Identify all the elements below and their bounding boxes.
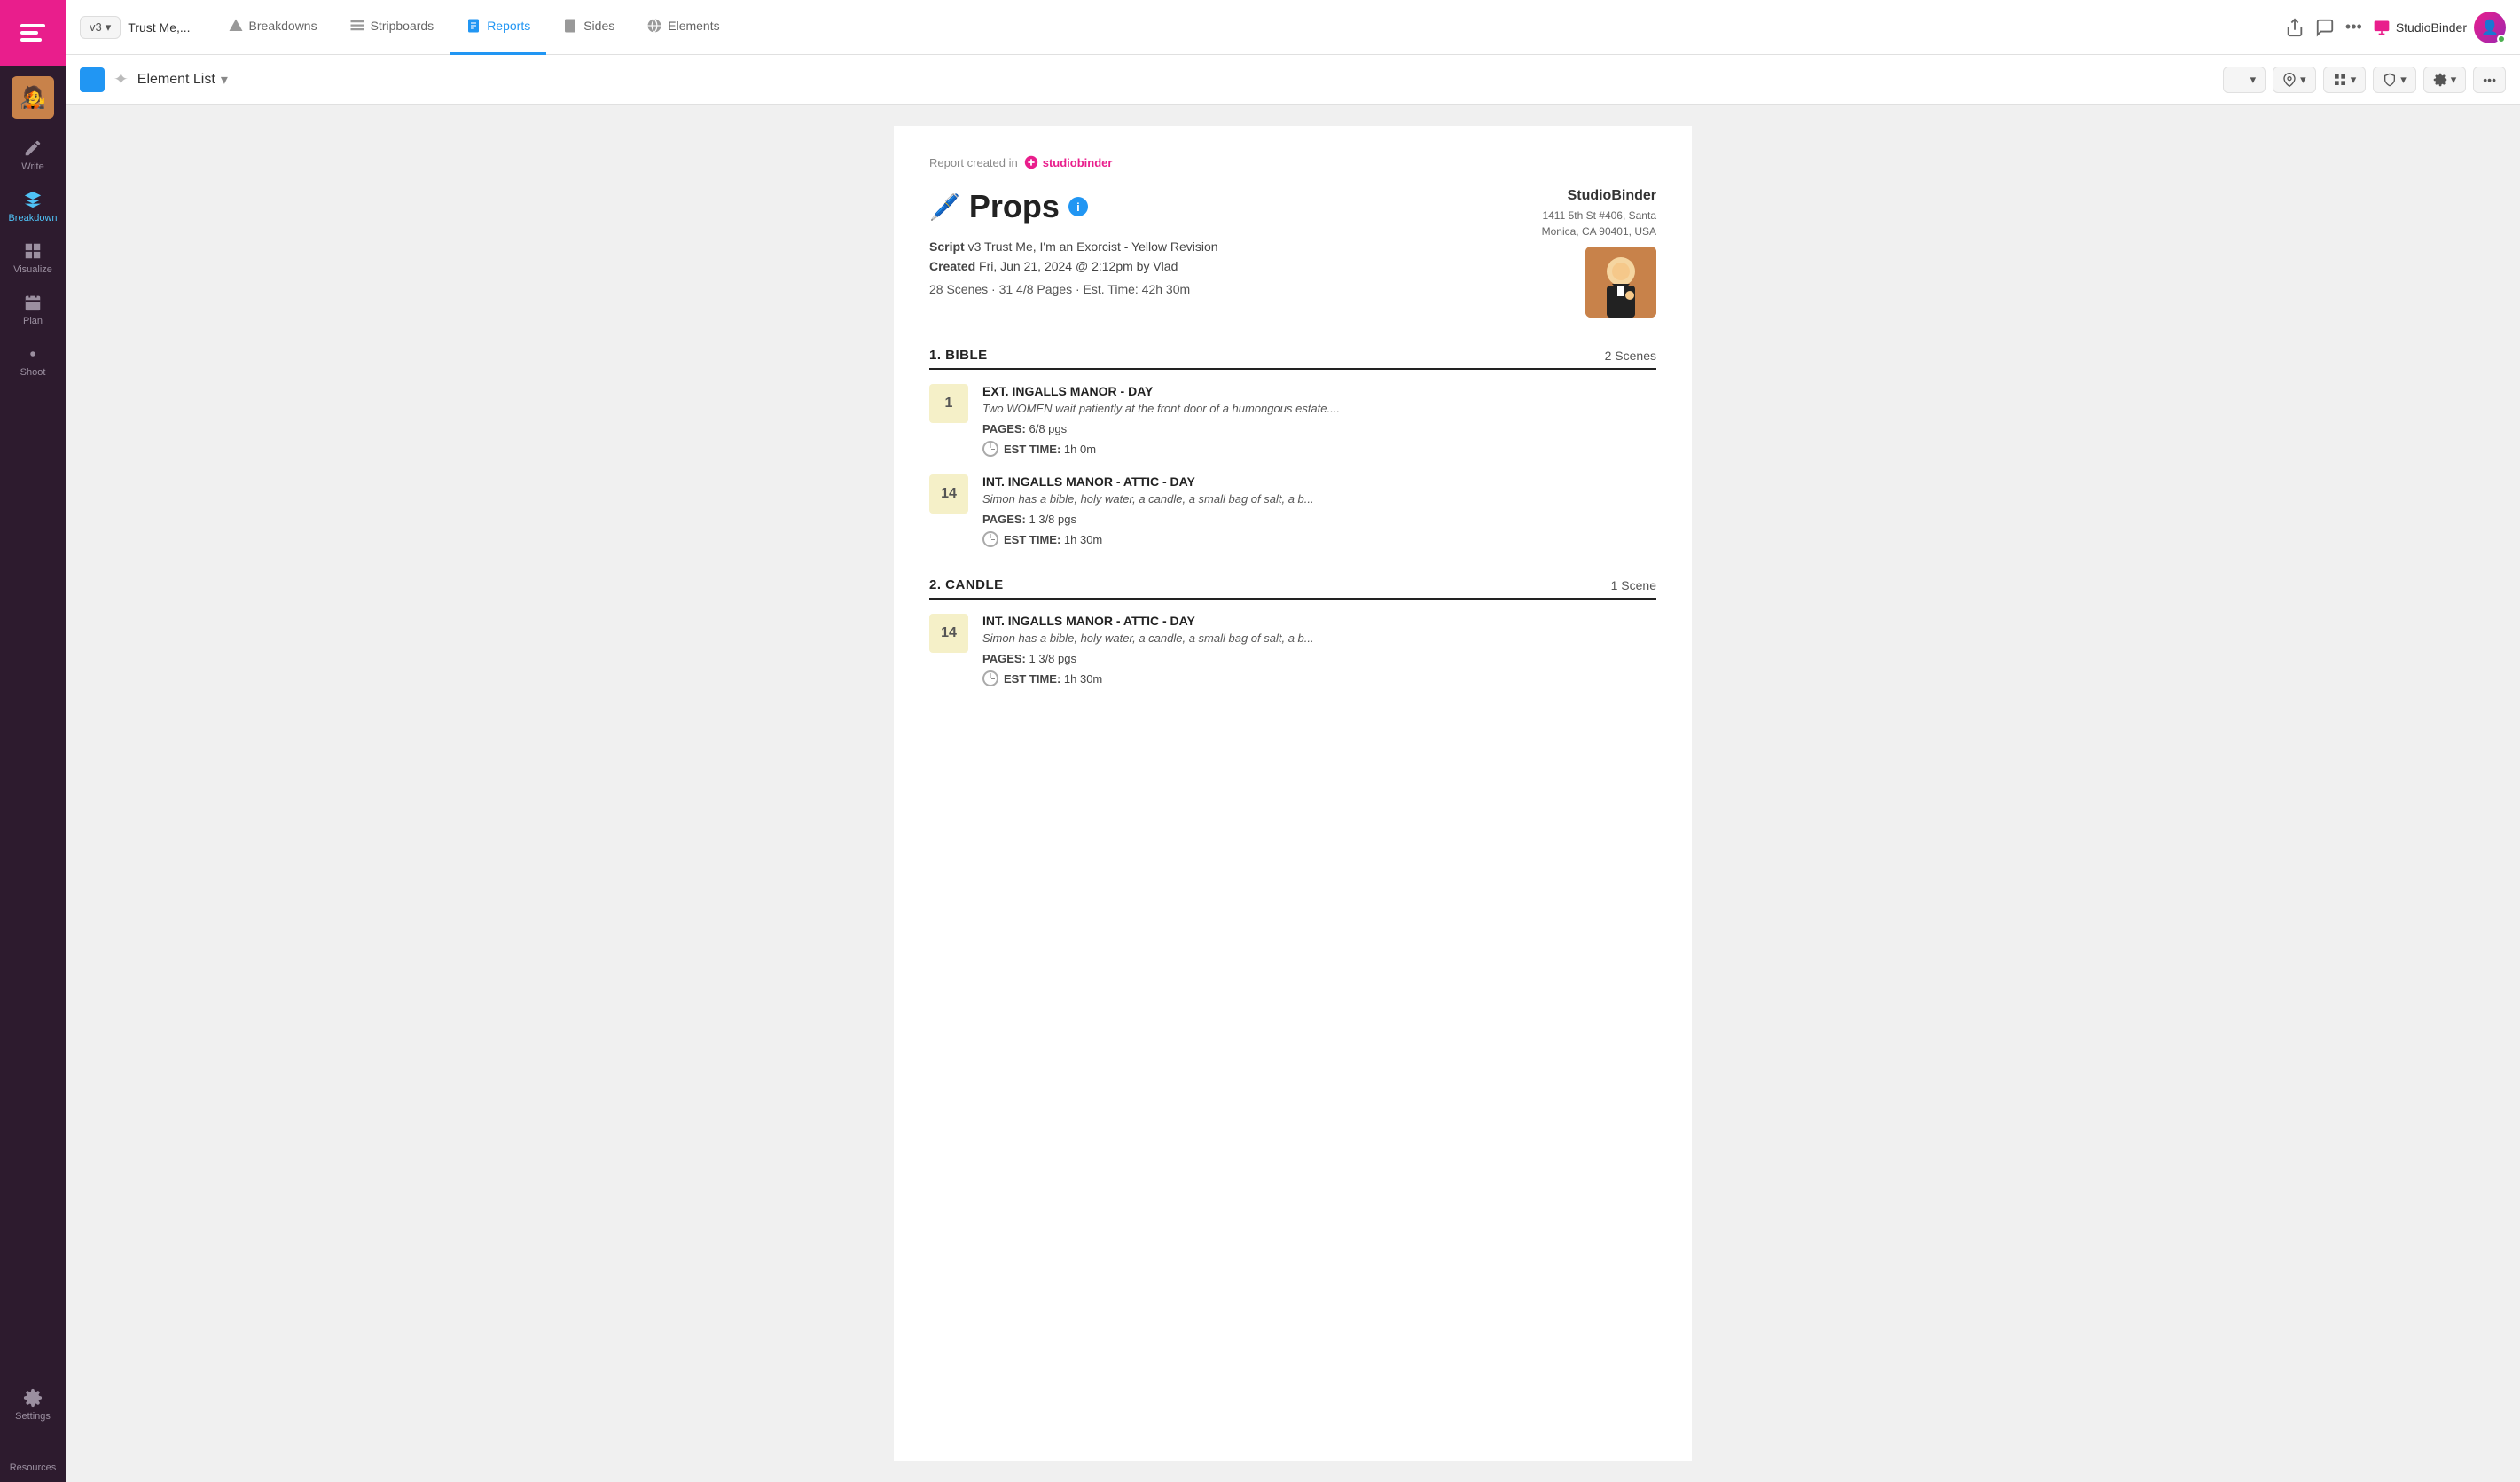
report-script-meta: Script v3 Trust Me, I'm an Exorcist - Ye… (929, 239, 1479, 254)
section-header: 2. CANDLE 1 Scene (929, 568, 1656, 600)
scene-pages: PAGES: 1 3/8 pgs (982, 513, 1656, 526)
report-title-section: 🖊️ Props i Script v3 Trust Me, I'm an Ex… (929, 188, 1479, 296)
online-indicator (2497, 35, 2506, 43)
user-section: StudioBinder 👤 (2373, 12, 2506, 43)
sidebar-item-resources[interactable]: Resources (0, 1431, 66, 1482)
section-count: 2 Scenes (1605, 349, 1656, 363)
info-icon[interactable]: i (1068, 197, 1088, 216)
section-title: 1. BIBLE (929, 348, 988, 363)
report-header: 🖊️ Props i Script v3 Trust Me, I'm an Ex… (929, 188, 1656, 318)
scene-content: INT. INGALLS MANOR - ATTIC - DAY Simon ha… (982, 614, 1656, 686)
main-area: v3 ▾ Trust Me,... Breakdowns Stripboards… (66, 0, 2520, 1482)
nav-tabs: Breakdowns Stripboards Reports Sides Ele… (212, 0, 2278, 55)
report-company: StudioBinder 1411 5th St #406, Santa Mon… (1479, 188, 1656, 318)
sidebar: 🧑‍🎤 Write Breakdown Visualize Plan Shoot… (0, 0, 66, 1482)
sidebar-item-shoot[interactable]: Shoot (0, 335, 66, 387)
toolbar-list-view-btn[interactable]: ▾ (2223, 67, 2266, 93)
company-address: 1411 5th St #406, Santa Monica, CA 90401… (1479, 208, 1656, 239)
sidebar-item-breakdown[interactable]: Breakdown (0, 181, 66, 232)
report-card: Report created in studiobinder 🖊️ Props … (894, 126, 1692, 1461)
scene-item: 14 INT. INGALLS MANOR - ATTIC - DAY Simon … (929, 474, 1656, 547)
toolbar-title: Element List ▾ (137, 71, 228, 89)
report-title: 🖊️ Props i (929, 188, 1479, 225)
section-header: 1. BIBLE 2 Scenes (929, 339, 1656, 370)
scene-content: EXT. INGALLS MANOR - DAY Two WOMEN wait p… (982, 384, 1656, 457)
toolbar-location-btn[interactable]: ▾ (2273, 67, 2316, 93)
scene-est-time: EST TIME: 1h 30m (982, 531, 1656, 547)
tab-stripboards[interactable]: Stripboards (333, 0, 450, 55)
scene-description: Two WOMEN wait patiently at the front do… (982, 402, 1656, 415)
sidebar-item-write[interactable]: Write (0, 129, 66, 181)
tab-sides[interactable]: Sides (546, 0, 630, 55)
toolbar-color-swatch (80, 67, 105, 92)
sidebar-item-settings[interactable]: Settings (0, 1379, 66, 1431)
tab-elements[interactable]: Elements (630, 0, 735, 55)
studiobinder-logo-inline: studiobinder (1023, 154, 1113, 170)
comment-icon[interactable] (2315, 18, 2335, 37)
scene-est-time: EST TIME: 1h 0m (982, 441, 1656, 457)
section-title: 2. CANDLE (929, 577, 1004, 592)
toolbar-settings-btn[interactable]: ▾ (2423, 67, 2467, 93)
top-nav-right: ••• StudioBinder 👤 (2285, 12, 2506, 43)
clock-icon (982, 531, 998, 547)
scene-content: INT. INGALLS MANOR - ATTIC - DAY Simon ha… (982, 474, 1656, 547)
sections-container: 1. BIBLE 2 Scenes 1 EXT. INGALLS MANOR - DA… (929, 339, 1656, 686)
toolbar: ✦ Element List ▾ ▾ ▾ ▾ ▾ (66, 55, 2520, 105)
report-section: 1. BIBLE 2 Scenes 1 EXT. INGALLS MANOR - DA… (929, 339, 1656, 547)
user-avatar[interactable]: 👤 (2474, 12, 2506, 43)
sidebar-item-visualize[interactable]: Visualize (0, 232, 66, 284)
scene-name: EXT. INGALLS MANOR - DAY (982, 384, 1656, 398)
scene-description: Simon has a bible, holy water, a candle,… (982, 631, 1656, 645)
scene-pages: PAGES: 1 3/8 pgs (982, 652, 1656, 665)
tab-reports[interactable]: Reports (450, 0, 546, 55)
toolbar-left: ✦ Element List ▾ (80, 67, 228, 92)
section-count: 1 Scene (1611, 578, 1656, 592)
scene-number: 1 (929, 384, 968, 423)
scene-est-time: EST TIME: 1h 30m (982, 670, 1656, 686)
project-avatar[interactable]: 🧑‍🎤 (12, 76, 54, 119)
toolbar-diamond-icon: ✦ (113, 68, 129, 90)
user-brand: StudioBinder (2373, 19, 2467, 36)
clock-icon (982, 441, 998, 457)
sidebar-item-plan[interactable]: Plan (0, 284, 66, 335)
version-badge[interactable]: v3 ▾ (80, 16, 121, 39)
scene-name: INT. INGALLS MANOR - ATTIC - DAY (982, 614, 1656, 628)
clock-icon (982, 670, 998, 686)
report-created: Report created in studiobinder (929, 154, 1656, 170)
tab-breakdowns[interactable]: Breakdowns (212, 0, 333, 55)
top-nav: v3 ▾ Trust Me,... Breakdowns Stripboards… (66, 0, 2520, 55)
scene-pages: PAGES: 6/8 pgs (982, 422, 1656, 435)
scene-name: INT. INGALLS MANOR - ATTIC - DAY (982, 474, 1656, 489)
more-icon[interactable]: ••• (2345, 18, 2362, 36)
scene-item: 1 EXT. INGALLS MANOR - DAY Two WOMEN wait … (929, 384, 1656, 457)
toolbar-right: ▾ ▾ ▾ ▾ ▾ ••• (2223, 67, 2506, 93)
toolbar-grid-btn[interactable]: ▾ (2323, 67, 2367, 93)
scene-description: Simon has a bible, holy water, a candle,… (982, 492, 1656, 506)
share-icon[interactable] (2285, 18, 2305, 37)
report-section: 2. CANDLE 1 Scene 14 INT. INGALLS MANOR - A… (929, 568, 1656, 686)
scene-number: 14 (929, 614, 968, 653)
report-created-meta: Created Fri, Jun 21, 2024 @ 2:12pm by Vl… (929, 259, 1479, 273)
company-name: StudioBinder (1479, 188, 1656, 204)
content-area: Report created in studiobinder 🖊️ Props … (66, 105, 2520, 1482)
project-name: Trust Me,... (128, 20, 190, 35)
scene-number: 14 (929, 474, 968, 514)
scene-item: 14 INT. INGALLS MANOR - ATTIC - DAY Simon … (929, 614, 1656, 686)
company-logo (1585, 247, 1656, 318)
toolbar-more-btn[interactable]: ••• (2473, 67, 2506, 93)
app-logo[interactable] (0, 0, 66, 66)
toolbar-shield-btn[interactable]: ▾ (2373, 67, 2416, 93)
report-stats: 28 Scenes · 31 4/8 Pages · Est. Time: 42… (929, 282, 1479, 296)
